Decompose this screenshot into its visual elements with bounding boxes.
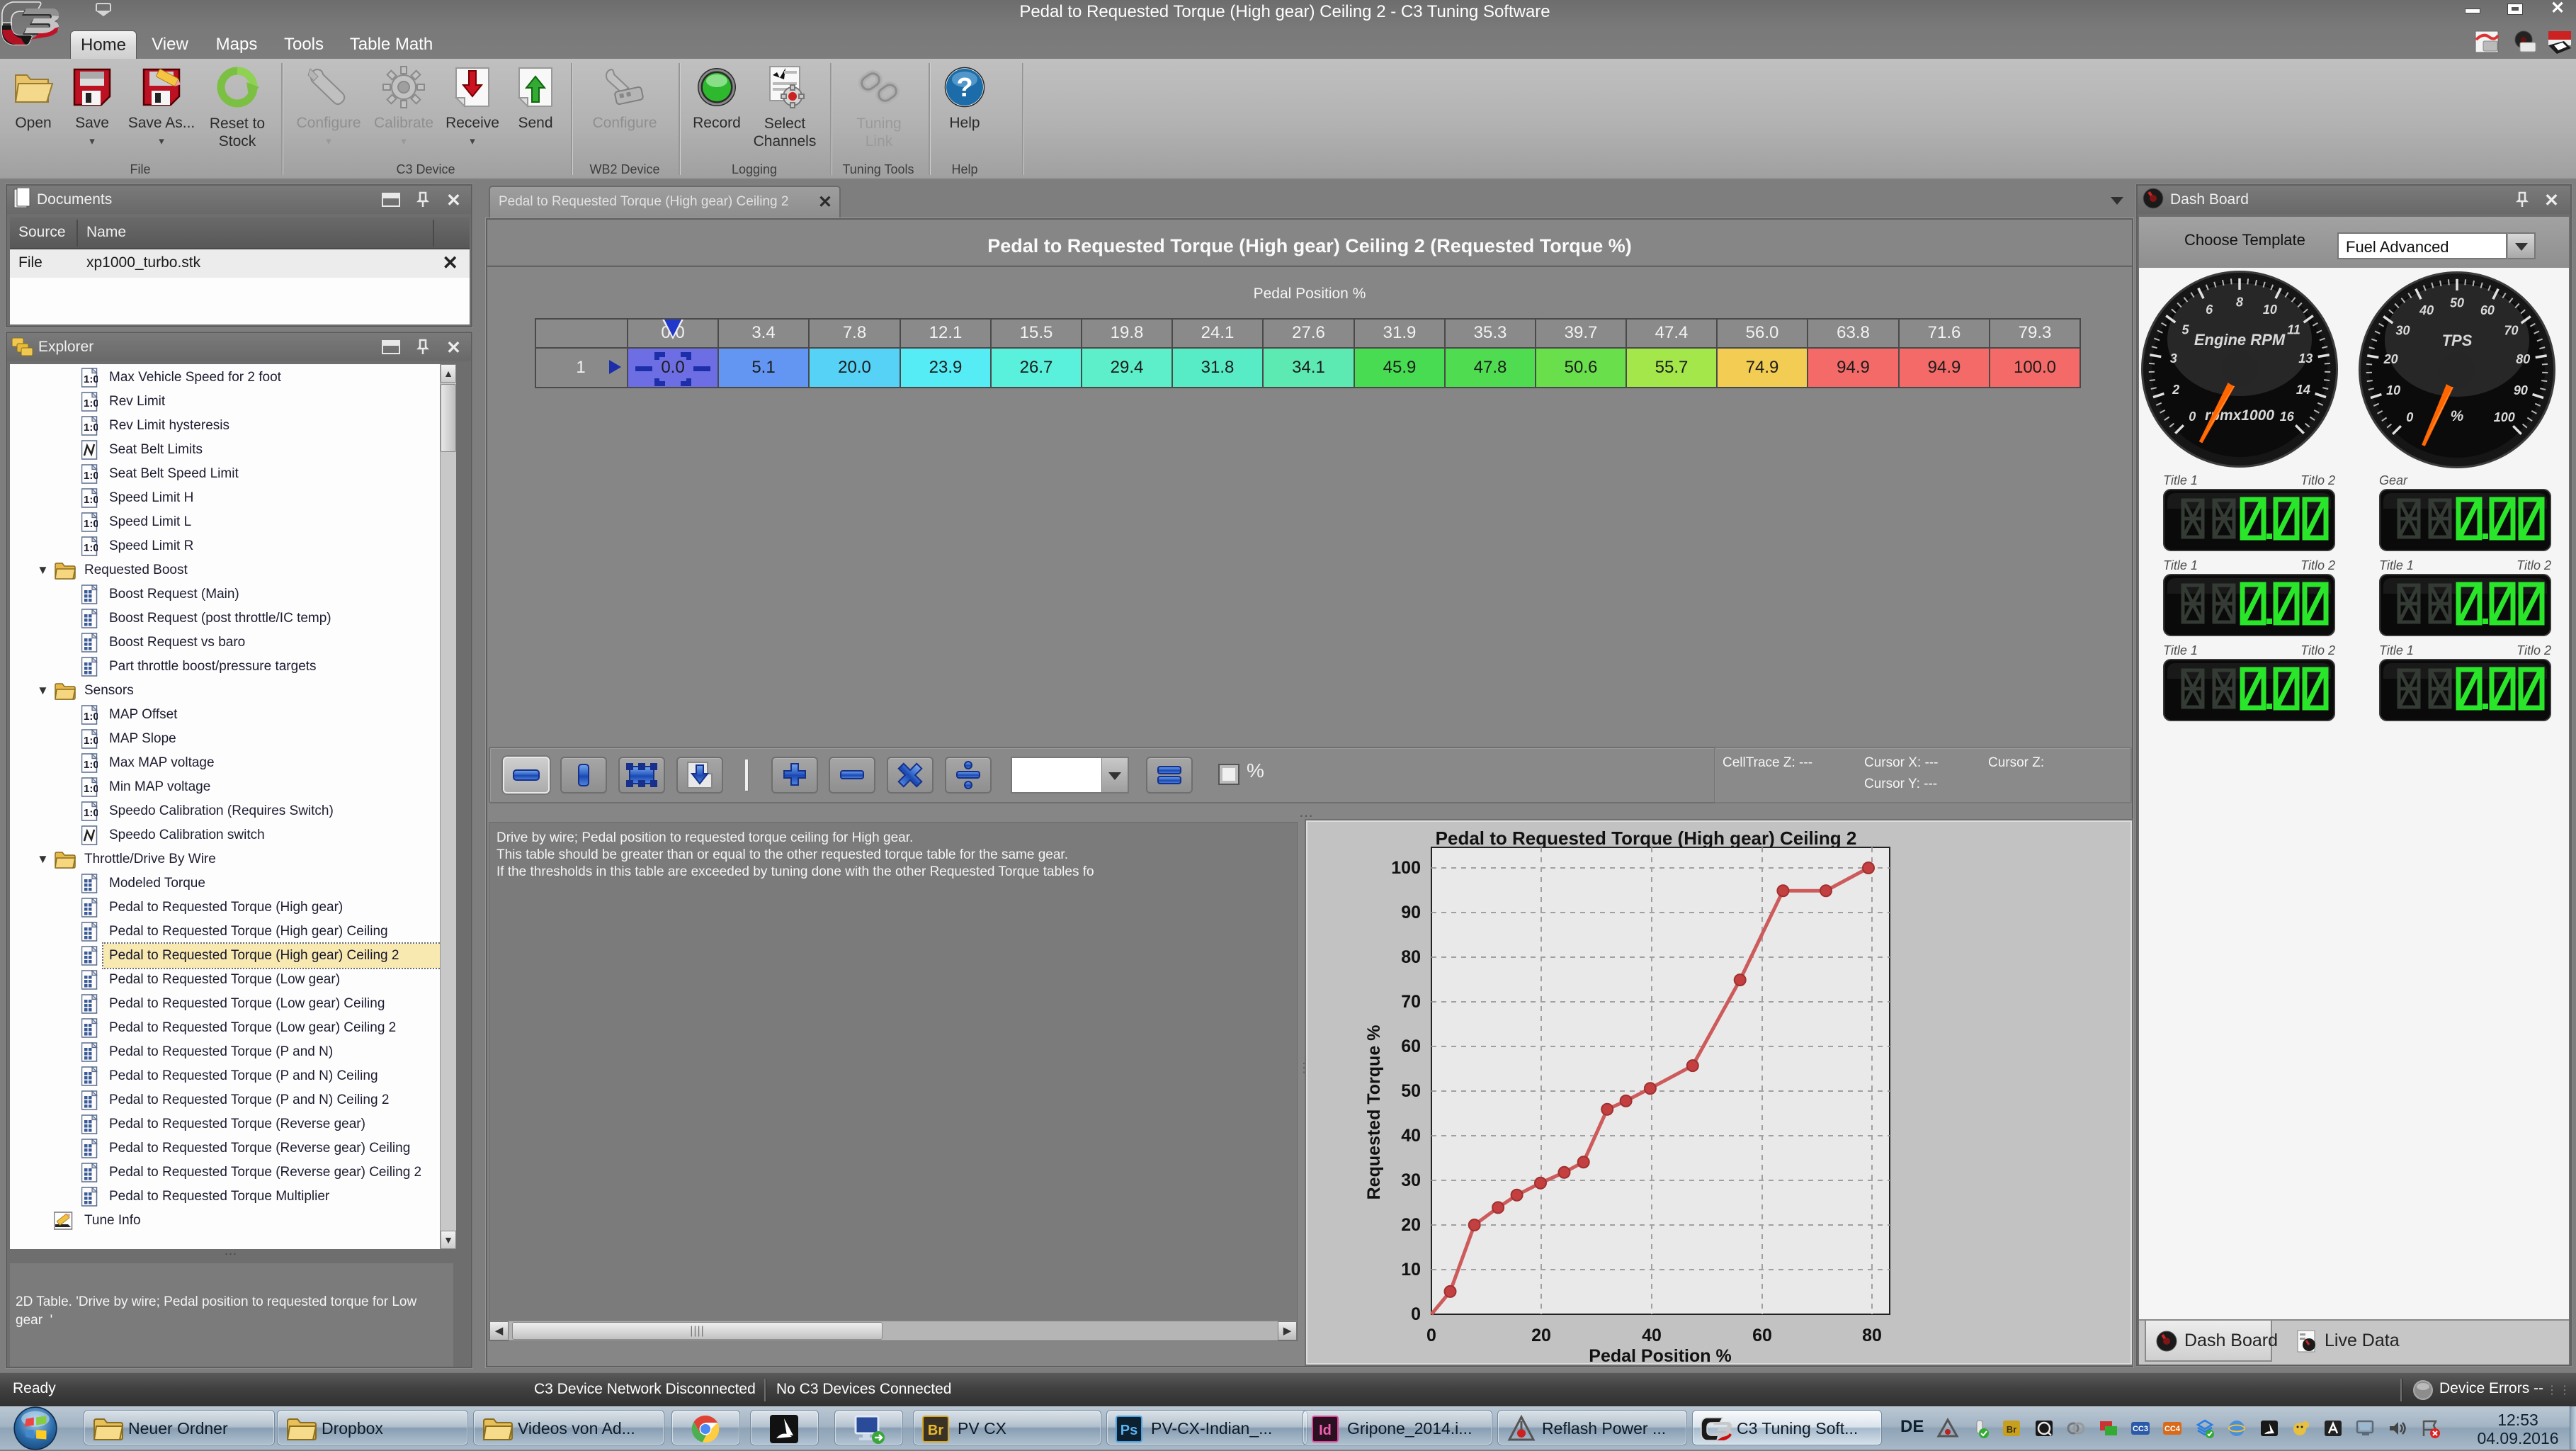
svg-text:8: 8 — [2236, 295, 2243, 310]
svg-text:10: 10 — [2386, 383, 2400, 397]
svg-text:20: 20 — [1531, 1326, 1551, 1345]
svg-text:100: 100 — [1391, 858, 1421, 878]
svg-text:Pedal to Requested Torque (Hig: Pedal to Requested Torque (High gear) Ce… — [1436, 828, 1857, 849]
svg-text:90: 90 — [2514, 383, 2528, 397]
svg-text:3: 3 — [2170, 351, 2177, 366]
svg-text:CC4: CC4 — [2164, 1425, 2181, 1433]
svg-text:14: 14 — [2296, 383, 2310, 397]
svg-text:40: 40 — [2419, 303, 2434, 317]
svg-text:20: 20 — [2383, 352, 2398, 366]
svg-text:0: 0 — [1426, 1326, 1436, 1345]
svg-text:5: 5 — [2181, 323, 2189, 337]
svg-text:Requested Torque %: Requested Torque % — [1364, 1025, 1384, 1200]
svg-text:40: 40 — [1642, 1326, 1662, 1345]
svg-text:Ps: Ps — [1120, 1423, 1137, 1438]
svg-text:80: 80 — [1862, 1326, 1882, 1345]
svg-text:Pedal Position %: Pedal Position % — [1589, 1346, 1731, 1363]
svg-text:TPS: TPS — [2442, 332, 2473, 349]
svg-text:?: ? — [956, 73, 972, 103]
svg-text:100: 100 — [2494, 410, 2515, 424]
svg-text:10: 10 — [1401, 1260, 1421, 1280]
svg-text:Engine RPM: Engine RPM — [2194, 331, 2286, 349]
svg-text:0: 0 — [1411, 1304, 1421, 1324]
svg-text:50: 50 — [1401, 1081, 1421, 1101]
svg-text:60: 60 — [2480, 303, 2495, 317]
svg-text:30: 30 — [2395, 324, 2410, 338]
svg-text:0: 0 — [2189, 410, 2196, 424]
svg-text:20: 20 — [1401, 1215, 1421, 1235]
svg-text:80: 80 — [1401, 947, 1421, 967]
svg-text:40: 40 — [1401, 1126, 1421, 1146]
svg-text:60: 60 — [1752, 1326, 1772, 1345]
svg-text:70: 70 — [2504, 324, 2518, 338]
svg-text:0: 0 — [2406, 410, 2413, 424]
svg-text:10: 10 — [2263, 303, 2277, 317]
svg-text:50: 50 — [2450, 296, 2464, 310]
svg-text:80: 80 — [2516, 352, 2530, 366]
svg-text:11: 11 — [2287, 323, 2300, 337]
svg-text:30: 30 — [1401, 1170, 1421, 1190]
svg-text:%: % — [2451, 408, 2464, 424]
svg-text:70: 70 — [1401, 992, 1421, 1012]
svg-text:60: 60 — [1401, 1037, 1421, 1056]
svg-text:13: 13 — [2298, 351, 2313, 366]
svg-text:Id: Id — [1319, 1423, 1332, 1438]
svg-text:90: 90 — [1401, 903, 1421, 922]
svg-text:Br: Br — [928, 1423, 943, 1438]
svg-text:2: 2 — [2172, 383, 2179, 397]
svg-text:Br: Br — [2007, 1424, 2016, 1435]
svg-text:CC3: CC3 — [2133, 1425, 2148, 1433]
svg-text:16: 16 — [2280, 410, 2295, 424]
svg-text:6: 6 — [2206, 303, 2213, 317]
